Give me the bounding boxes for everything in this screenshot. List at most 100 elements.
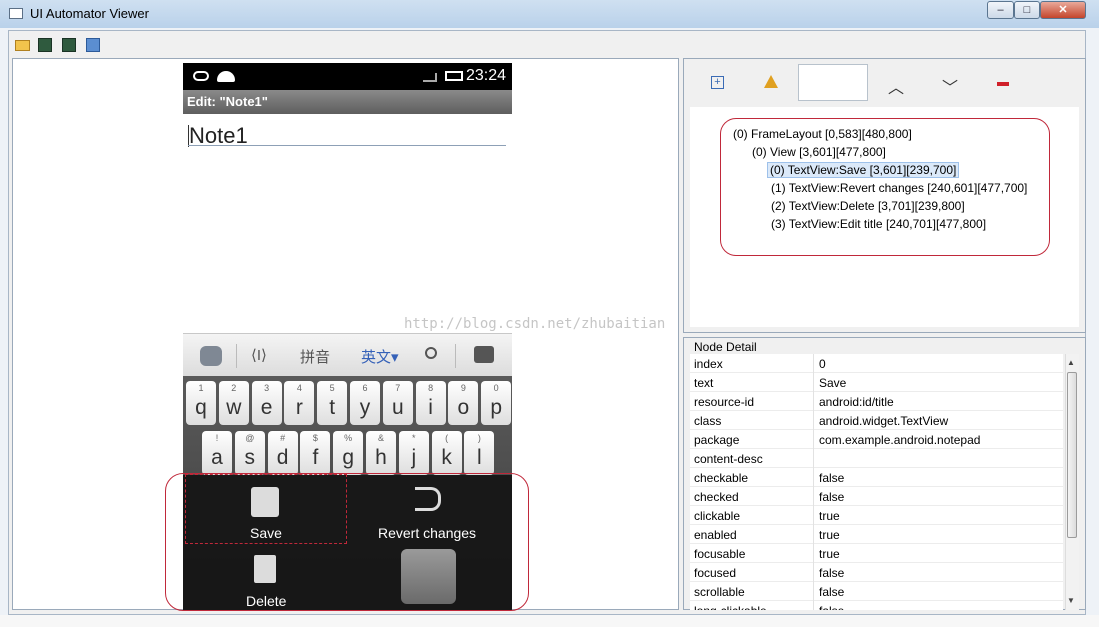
- action-bar: Edit: "Note1": [183, 90, 512, 114]
- detail-key: clickable: [694, 509, 741, 523]
- key-label: j: [411, 446, 417, 469]
- detail-row[interactable]: focusable true: [690, 544, 1063, 563]
- device-screenshot-compressed-icon[interactable]: [62, 38, 76, 52]
- key-hint: 8: [428, 383, 434, 393]
- detail-key: scrollable: [694, 585, 745, 599]
- key-o[interactable]: 9o: [448, 381, 479, 425]
- column-divider: [813, 582, 814, 601]
- key-k[interactable]: (k: [431, 431, 462, 475]
- key-p[interactable]: 0p: [481, 381, 512, 425]
- column-divider: [813, 354, 814, 373]
- detail-value: com.example.android.notepad: [819, 433, 981, 447]
- key-y[interactable]: 6y: [350, 381, 380, 425]
- warning-icon[interactable]: [764, 75, 778, 88]
- detail-row[interactable]: enabled true: [690, 525, 1063, 544]
- minimize-button[interactable]: –: [987, 1, 1014, 19]
- detail-value: Save: [819, 376, 847, 390]
- key-hint: 3: [264, 383, 270, 393]
- column-divider: [813, 392, 814, 411]
- key-l[interactable]: ) l: [464, 431, 495, 475]
- key-label: q: [195, 396, 207, 419]
- detail-row[interactable]: index 0: [690, 354, 1063, 373]
- column-divider: [813, 373, 814, 392]
- ime-pinyin-button[interactable]: 拼音: [300, 346, 330, 367]
- detail-value: android:id/title: [819, 395, 894, 409]
- save-icon[interactable]: [86, 38, 100, 52]
- ime-toolbar: ⟨I⟩ 拼音 英文▾: [183, 333, 512, 377]
- detail-key: enabled: [694, 528, 737, 542]
- key-s[interactable]: @ s: [234, 431, 265, 475]
- clear-search-icon[interactable]: [997, 82, 1009, 86]
- key-u[interactable]: 7u: [382, 381, 413, 425]
- cloud-icon: [193, 71, 209, 81]
- key-f[interactable]: $ f: [300, 431, 331, 475]
- detail-key: index: [694, 357, 723, 371]
- column-divider: [813, 468, 814, 487]
- close-button[interactable]: ✕: [1040, 1, 1086, 19]
- key-hint: 4: [296, 383, 302, 393]
- android-icon: [217, 71, 235, 82]
- expand-all-icon[interactable]: +: [711, 76, 724, 89]
- key-t[interactable]: 5t: [317, 381, 348, 425]
- key-r[interactable]: 4r: [284, 381, 315, 425]
- key-e[interactable]: 3e: [251, 381, 282, 425]
- detail-key: text: [694, 376, 714, 390]
- key-d[interactable]: # d: [267, 431, 298, 475]
- key-i[interactable]: 8i: [415, 381, 446, 425]
- detail-row[interactable]: package com.example.android.notepad: [690, 430, 1063, 449]
- ime-logo-icon[interactable]: [200, 346, 222, 366]
- key-w[interactable]: 2w: [218, 381, 249, 425]
- device-screenshot-icon[interactable]: [38, 38, 52, 52]
- tree-node[interactable]: (0) FrameLayout [0,583][480,800]: [733, 127, 912, 141]
- next-node-icon[interactable]: ﹀: [942, 74, 958, 98]
- key-label: a: [211, 446, 223, 469]
- key-q[interactable]: 1q: [186, 381, 216, 425]
- toggle-naf-box[interactable]: [798, 64, 868, 101]
- scrollbar-thumb[interactable]: [1067, 372, 1077, 538]
- detail-value: android.widget.TextView: [819, 414, 949, 428]
- search-icon[interactable]: [425, 347, 437, 359]
- column-divider: [813, 544, 814, 563]
- detail-row[interactable]: resource-id android:id/title: [690, 392, 1063, 411]
- key-hint: #: [280, 433, 286, 443]
- cursor-move-icon[interactable]: ⟨I⟩: [251, 346, 267, 364]
- scroll-up-icon[interactable]: ▲: [1067, 358, 1075, 367]
- detail-key: content-desc: [694, 452, 763, 466]
- hide-keyboard-icon[interactable]: [474, 346, 494, 363]
- detail-row[interactable]: long-clickable false: [690, 601, 1063, 610]
- status-clock: 23:24: [465, 67, 506, 84]
- detail-key: resource-id: [694, 395, 755, 409]
- detail-key: class: [694, 414, 722, 428]
- detail-row[interactable]: text Save: [690, 373, 1063, 392]
- detail-row[interactable]: checkable false: [690, 468, 1063, 487]
- previous-node-icon[interactable]: ︿: [888, 74, 904, 98]
- column-divider: [813, 487, 814, 506]
- key-j[interactable]: * j: [398, 431, 429, 475]
- detail-key: long-clickable: [694, 604, 767, 610]
- tree-node[interactable]: (1) TextView:Revert changes [240,601][47…: [771, 181, 1027, 195]
- detail-value: false: [819, 585, 845, 599]
- tree-node[interactable]: (3) TextView:Edit title [240,701][477,80…: [771, 217, 986, 231]
- column-divider: [813, 411, 814, 430]
- detail-row[interactable]: checked false: [690, 487, 1063, 506]
- detail-row[interactable]: focused false: [690, 563, 1063, 582]
- detail-value: true: [819, 547, 840, 561]
- key-label: e: [260, 396, 273, 419]
- key-g[interactable]: % g: [333, 431, 364, 475]
- detail-key: checkable: [694, 471, 749, 485]
- key-h[interactable]: & h: [366, 431, 396, 475]
- scroll-down-icon[interactable]: ▼: [1067, 596, 1075, 605]
- detail-row[interactable]: content-desc: [690, 449, 1063, 468]
- detail-row[interactable]: clickable true: [690, 506, 1063, 525]
- key-hint: &: [377, 433, 384, 443]
- maximize-button[interactable]: □: [1014, 1, 1040, 19]
- key-a[interactable]: ! a: [202, 431, 232, 475]
- tree-node[interactable]: (0) View [3,601][477,800]: [752, 145, 886, 159]
- open-folder-icon[interactable]: [15, 40, 30, 51]
- detail-row[interactable]: scrollable false: [690, 582, 1063, 601]
- tree-node-selected[interactable]: (0) TextView:Save [3,601][239,700]: [767, 162, 960, 178]
- tree-node[interactable]: (2) TextView:Delete [3,701][239,800]: [771, 199, 965, 213]
- key-hint: 9: [460, 383, 466, 393]
- detail-row[interactable]: class android.widget.TextView: [690, 411, 1063, 430]
- ime-english-button[interactable]: 英文▾: [361, 346, 399, 367]
